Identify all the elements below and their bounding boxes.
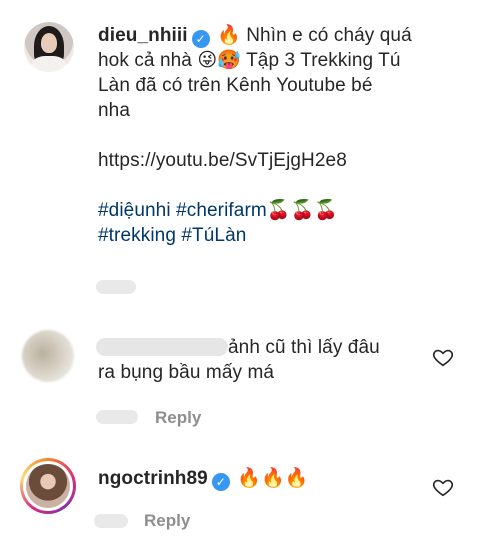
caption-comment: dieu_nhiii ✓ 🔥 Nhìn e có cháy quá hok cả …	[0, 0, 492, 300]
caption-line-2a: hok cả nhà	[98, 50, 192, 71]
avatar-shirt	[32, 56, 66, 72]
comment-2: ảnh cũ thì lấy đâu ra bụng bầu mấy má Re…	[0, 320, 492, 440]
verified-badge-icon: ✓	[191, 30, 210, 48]
timestamp-blurred	[94, 514, 128, 528]
fire-emoji: 🔥	[217, 24, 241, 46]
username[interactable]: ngoctrinh89	[98, 468, 208, 489]
comment-2-text: ảnh cũ thì lấy đâu ra bụng bầu mấy má	[98, 335, 438, 385]
reply-button[interactable]: Reply	[155, 408, 201, 428]
cherries-emoji: 🍒🍒🍒	[266, 199, 339, 221]
youtube-link[interactable]: https://youtu.be/SvTjEjgH2e8	[98, 148, 438, 173]
timestamp-blurred	[96, 280, 136, 294]
caption-line-1: Nhìn e có cháy quá	[246, 25, 412, 46]
caption-line-4: nha	[98, 100, 131, 121]
avatar[interactable]	[24, 22, 74, 72]
caption-text: dieu_nhiii ✓ 🔥 Nhìn e có cháy quá hok cả …	[98, 23, 438, 248]
heart-icon[interactable]	[432, 476, 454, 498]
comment-2-line-1: ảnh cũ thì lấy đâu	[228, 337, 380, 358]
comment-3: ngoctrinh89 ✓ 🔥🔥🔥 Reply	[0, 440, 492, 540]
timestamp-blurred	[96, 410, 138, 424]
avatar-story-ring[interactable]	[20, 458, 76, 514]
hashtag-cherifarm[interactable]: #cherifarm	[176, 200, 267, 221]
caption-line-2b: Tập 3 Trekking Tú	[246, 50, 401, 71]
hashtag-dieunhi[interactable]: #diệunhi	[98, 200, 171, 221]
heart-icon[interactable]	[432, 346, 454, 368]
comment-2-line-2: ra bụng bầu mấy má	[98, 362, 275, 383]
username[interactable]: dieu_nhiii	[98, 25, 188, 46]
avatar-photo	[26, 464, 70, 508]
reply-button[interactable]: Reply	[144, 511, 190, 531]
comment-3-text: ngoctrinh89 ✓ 🔥🔥🔥	[98, 466, 438, 491]
avatar-blurred[interactable]	[22, 330, 74, 382]
verified-badge-icon: ✓	[211, 473, 230, 491]
emoji-pair: 😜🥵	[197, 49, 242, 71]
hashtag-tulan[interactable]: #TúLàn	[181, 225, 246, 246]
fire-emojis: 🔥🔥🔥	[237, 467, 309, 489]
avatar-face	[41, 33, 57, 53]
hashtag-trekking[interactable]: #trekking	[98, 225, 176, 246]
caption-line-3: Làn đã có trên Kênh Youtube bé	[98, 75, 373, 96]
